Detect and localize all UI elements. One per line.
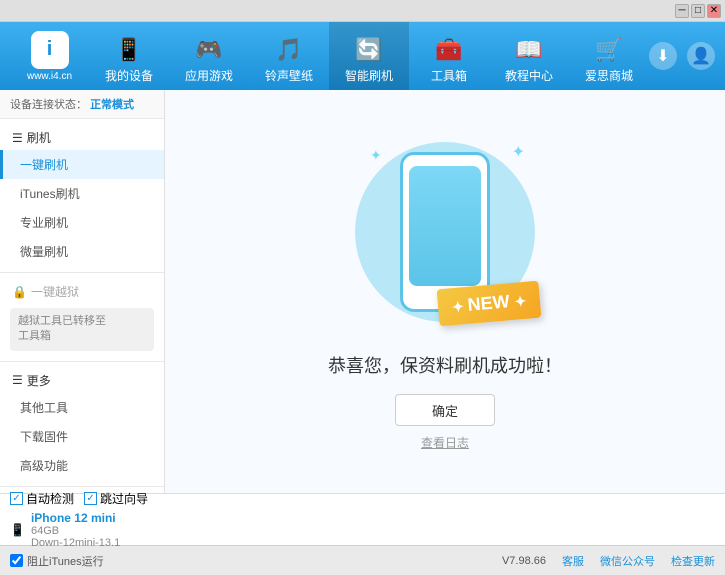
top-nav: i www.i4.cn 📱 我的设备 🎮 应用游戏 🎵 铃声壁纸 🔄 智能刷机 … (0, 22, 725, 90)
sparkle-tr-icon: ✦ (512, 142, 525, 162)
apps-icon: 🎮 (195, 37, 222, 63)
nav-label-tutorial: 教程中心 (505, 67, 553, 84)
nav-item-store[interactable]: 🛒 爱思商城 (569, 22, 649, 90)
logo-text: www.i4.cn (27, 71, 72, 82)
check-update-link[interactable]: 检查更新 (671, 553, 715, 569)
customer-service-link[interactable]: 客服 (562, 553, 584, 569)
device-info-bar: ✓ 自动检测 ✓ 跳过向导 📱 iPhone 12 mini 64GB Down… (0, 493, 725, 545)
nav-label-smart-flash: 智能刷机 (345, 67, 393, 84)
minimize-button[interactable]: ─ (675, 4, 689, 18)
nav-label-my-device: 我的设备 (105, 67, 153, 84)
more-section-header: ☰ 更多 (0, 368, 164, 393)
phone-icon-small: 📱 (10, 523, 25, 537)
jailbreak-section-header: 🔒 一键越狱 (0, 279, 164, 304)
new-badge: NEW (436, 281, 541, 327)
sidebar-item-pro-flash[interactable]: 专业刷机 (0, 208, 164, 237)
device-icon: 📱 (115, 37, 142, 63)
wechat-link[interactable]: 微信公众号 (600, 553, 655, 569)
more-section-label: 更多 (27, 372, 51, 389)
toolbox-icon: 🧰 (435, 37, 462, 63)
close-button[interactable]: ✕ (707, 4, 721, 18)
nav-label-store: 爱思商城 (585, 67, 633, 84)
smart-flash-icon: 🔄 (355, 37, 382, 63)
bottom-left-area: ✓ 自动检测 ✓ 跳过向导 📱 iPhone 12 mini 64GB Down… (10, 490, 715, 549)
nav-item-apps-games[interactable]: 🎮 应用游戏 (169, 22, 249, 90)
checkbox-row: ✓ 自动检测 ✓ 跳过向导 (10, 490, 715, 507)
device-status-label: 设备连接状态： (10, 99, 87, 111)
nav-item-ringtone[interactable]: 🎵 铃声壁纸 (249, 22, 329, 90)
success-message: 恭喜您，保资料刷机成功啦！ (328, 352, 562, 378)
jailbreak-section-label: 一键越狱 (31, 283, 79, 300)
device-model: Down-12mini-13.1 (31, 537, 120, 549)
user-button[interactable]: 👤 (687, 42, 715, 70)
success-illustration: ✦ ✦ NEW (345, 132, 545, 332)
main-area: 设备连接状态： 正常模式 ☰ 刷机 一键刷机 iTunes刷机 专业刷机 微量刷… (0, 90, 725, 493)
lock-icon: 🔒 (12, 285, 27, 299)
device-row: 📱 iPhone 12 mini 64GB Down-12mini-13.1 (10, 511, 715, 549)
flash-section-label: 刷机 (27, 129, 51, 146)
more-icon: ☰ (12, 373, 23, 387)
confirm-button[interactable]: 确定 (395, 394, 495, 426)
sidebar-item-advanced[interactable]: 高级功能 (0, 451, 164, 480)
content-area: ✦ ✦ NEW 恭喜您，保资料刷机成功啦！ 确定 查看日志 (165, 90, 725, 493)
nav-item-smart-flash[interactable]: 🔄 智能刷机 (329, 22, 409, 90)
device-info: iPhone 12 mini 64GB Down-12mini-13.1 (31, 511, 120, 549)
sidebar-item-itunes-flash[interactable]: iTunes刷机 (0, 179, 164, 208)
skip-wizard-label: 跳过向导 (100, 490, 148, 507)
store-icon: 🛒 (595, 37, 622, 63)
logo-area[interactable]: i www.i4.cn (10, 31, 89, 82)
sidebar-item-micro-flash[interactable]: 微量刷机 (0, 237, 164, 266)
nav-items: 📱 我的设备 🎮 应用游戏 🎵 铃声壁纸 🔄 智能刷机 🧰 工具箱 📖 教程中心… (89, 22, 649, 90)
maximize-button[interactable]: □ (691, 4, 705, 18)
sidebar: 设备连接状态： 正常模式 ☰ 刷机 一键刷机 iTunes刷机 专业刷机 微量刷… (0, 90, 165, 493)
auto-detect-check-icon: ✓ (10, 492, 23, 505)
skip-wizard-check-icon: ✓ (84, 492, 97, 505)
version-label: V7.98.66 (502, 555, 546, 567)
sidebar-item-download-fw[interactable]: 下载固件 (0, 422, 164, 451)
flash-section-header: ☰ 刷机 (0, 125, 164, 150)
nav-label-toolbox: 工具箱 (431, 67, 467, 84)
device-capacity: 64GB (31, 525, 120, 537)
flash-section: ☰ 刷机 一键刷机 iTunes刷机 专业刷机 微量刷机 (0, 119, 164, 273)
logo-icon: i (31, 31, 69, 69)
sparkle-tl-icon: ✦ (370, 147, 382, 164)
device-status-value: 正常模式 (90, 99, 134, 111)
stop-itunes-checkbox[interactable] (10, 554, 23, 567)
nav-item-toolbox[interactable]: 🧰 工具箱 (409, 22, 489, 90)
ringtone-icon: 🎵 (275, 37, 302, 63)
sidebar-item-other-tools[interactable]: 其他工具 (0, 393, 164, 422)
jailbreak-note: 越狱工具已转移至 工具箱 (10, 308, 154, 351)
phone-screen (409, 166, 481, 286)
nav-label-apps-games: 应用游戏 (185, 67, 233, 84)
skip-wizard-checkbox[interactable]: ✓ 跳过向导 (84, 490, 148, 507)
status-bar: 阻止iTunes运行 V7.98.66 客服 微信公众号 检查更新 (0, 545, 725, 575)
more-section: ☰ 更多 其他工具 下载固件 高级功能 (0, 362, 164, 487)
flash-section-icon: ☰ (12, 131, 23, 145)
stop-itunes-label: 阻止iTunes运行 (27, 553, 104, 569)
auto-detect-label: 自动检测 (26, 490, 74, 507)
nav-right: ⬇ 👤 (649, 42, 715, 70)
nav-item-my-device[interactable]: 📱 我的设备 (89, 22, 169, 90)
device-status: 设备连接状态： 正常模式 (0, 90, 164, 119)
tutorial-icon: 📖 (515, 37, 542, 63)
logo-char: i (47, 38, 53, 61)
download-button[interactable]: ⬇ (649, 42, 677, 70)
auto-detect-checkbox[interactable]: ✓ 自动检测 (10, 490, 74, 507)
status-bar-right: V7.98.66 客服 微信公众号 检查更新 (502, 553, 715, 569)
sidebar-item-one-key-flash[interactable]: 一键刷机 (0, 150, 164, 179)
nav-label-ringtone: 铃声壁纸 (265, 67, 313, 84)
status-bar-left: 阻止iTunes运行 (10, 553, 502, 569)
nav-item-tutorial[interactable]: 📖 教程中心 (489, 22, 569, 90)
view-log-link[interactable]: 查看日志 (421, 434, 469, 451)
jailbreak-section: 🔒 一键越狱 越狱工具已转移至 工具箱 (0, 273, 164, 362)
title-bar: ─ □ ✕ (0, 0, 725, 22)
